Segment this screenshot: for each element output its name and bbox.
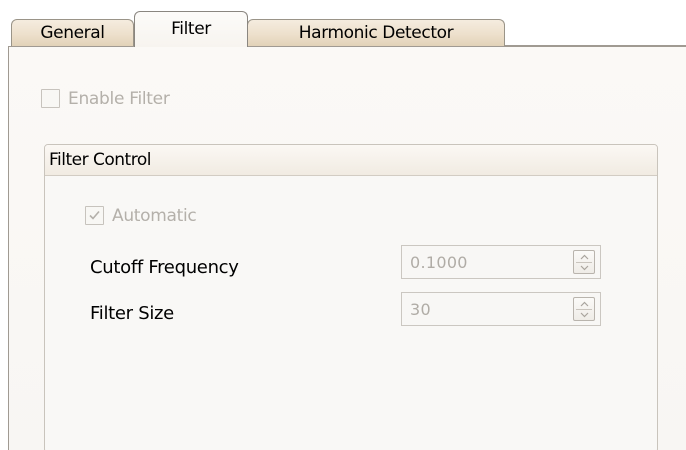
enable-filter-label: Enable Filter (68, 89, 170, 109)
cutoff-frequency-label: Cutoff Frequency (90, 257, 239, 278)
filter-size-spinbox[interactable]: 30 (401, 292, 601, 326)
filter-control-header: Filter Control (45, 145, 657, 176)
chevron-up-icon (580, 301, 589, 307)
automatic-label: Automatic (112, 206, 197, 226)
tab-harmonic-detector-label: Harmonic Detector (298, 23, 454, 43)
filter-size-value: 30 (410, 300, 431, 319)
filter-control-title: Filter Control (49, 150, 151, 170)
cutoff-frequency-value: 0.1000 (410, 253, 468, 272)
enable-filter-checkbox[interactable] (41, 89, 60, 108)
filter-settings-panel: General Filter Harmonic Detector Enable … (0, 0, 686, 450)
checkmark-icon (89, 210, 100, 220)
filter-size-spin-buttons[interactable] (573, 297, 595, 321)
chevron-up-icon (580, 254, 589, 260)
cutoff-frequency-spin-buttons[interactable] (573, 250, 595, 274)
automatic-checkbox[interactable] (85, 206, 104, 225)
chevron-down-icon (580, 312, 589, 318)
tab-general-label: General (40, 23, 105, 43)
filter-size-label: Filter Size (90, 303, 174, 324)
filter-tab-page: Enable Filter Filter Control Automatic C… (8, 46, 686, 450)
chevron-down-icon (580, 265, 589, 271)
filter-control-group: Filter Control Automatic Cutoff Frequenc… (44, 144, 658, 450)
tab-harmonic-detector[interactable]: Harmonic Detector (247, 19, 505, 46)
cutoff-frequency-spinbox[interactable]: 0.1000 (401, 245, 601, 279)
tab-filter-label: Filter (171, 18, 211, 39)
tab-general[interactable]: General (11, 19, 134, 46)
tab-filter[interactable]: Filter (134, 11, 248, 47)
